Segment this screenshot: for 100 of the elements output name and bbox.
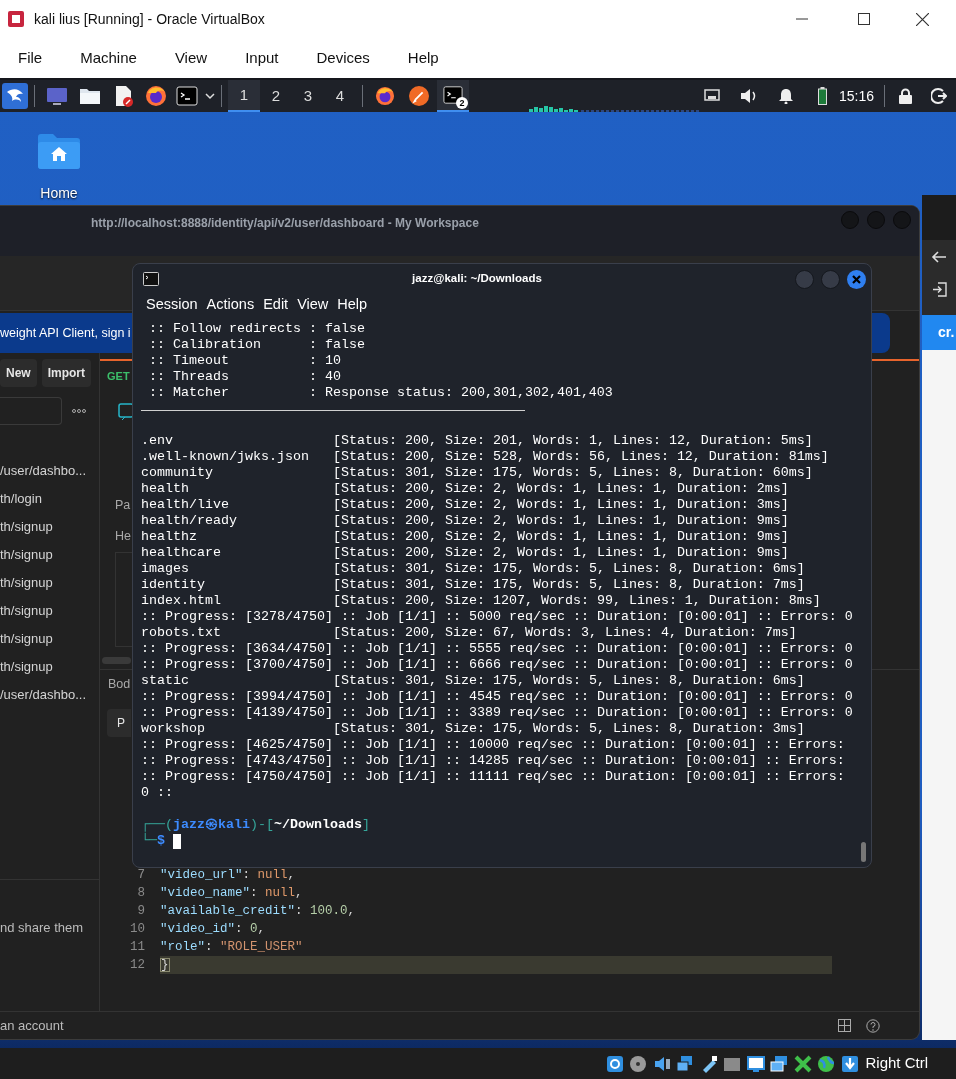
terminal-icon[interactable]: [176, 85, 198, 107]
progress-line: 0 ::: [141, 785, 173, 801]
code-line: "role": "ROLE_USER": [160, 938, 304, 956]
result-path: .well-known/jwks.json: [141, 449, 310, 465]
toolbar-button[interactable]: Import: [41, 359, 92, 387]
scrollbar-thumb[interactable]: [102, 657, 131, 664]
workspace-button[interactable]: 3: [292, 80, 324, 112]
menu-item[interactable]: Help: [407, 46, 439, 70]
result-path: identity: [141, 577, 206, 593]
browser-icon[interactable]: [145, 85, 167, 107]
request-tab[interactable]: GET: [107, 367, 130, 385]
request-item[interactable]: th/signup: [0, 625, 99, 653]
result-status: [Status: 301, Size: 175, Words: 5, Lines: 8, Duration: 6ms]: [332, 561, 805, 577]
config-value: : false: [308, 321, 365, 337]
maximize-icon[interactable]: [858, 13, 870, 25]
request-item[interactable]: th/signup: [0, 653, 99, 681]
request-item[interactable]: /user/dashbo...: [0, 681, 99, 709]
menu-item[interactable]: File: [18, 46, 43, 70]
tab-label[interactable]: Bod: [108, 676, 131, 692]
speaker-icon[interactable]: [740, 88, 758, 104]
workspace-button[interactable]: 4: [324, 80, 356, 112]
layout-icon[interactable]: [838, 1019, 851, 1032]
scrollbar-thumb[interactable]: [861, 842, 866, 862]
search-field[interactable]: [0, 397, 62, 425]
home-folder-icon[interactable]: [38, 133, 80, 169]
config-label: :: Threads: [149, 369, 230, 385]
request-item[interactable]: th/signup: [0, 569, 99, 597]
lock-icon[interactable]: [899, 88, 913, 104]
menu-item[interactable]: Devices: [316, 46, 370, 70]
workspace-button[interactable]: 2: [260, 80, 292, 112]
result-status: [Status: 200, Size: 2, Words: 1, Lines: 1, Duration: 9ms]: [332, 513, 789, 529]
code-line: "available_credit": 100.0,: [160, 902, 357, 920]
result-path: static: [141, 673, 190, 689]
result-status: [Status: 301, Size: 175, Words: 5, Lines: 8, Duration: 3ms]: [332, 721, 805, 737]
back-arrow-icon[interactable]: [931, 250, 947, 264]
result-status: [Status: 200, Size: 2, Words: 1, Lines: 1, Duration: 2ms]: [332, 481, 789, 497]
menu-item[interactable]: View: [174, 46, 208, 70]
tab-label[interactable]: Pa: [115, 497, 131, 513]
line-number: 12: [129, 956, 145, 974]
caret-icon[interactable]: [205, 91, 215, 101]
app-logo-icon: [6, 9, 26, 29]
create-button[interactable]: cr.: [922, 315, 956, 350]
request-item[interactable]: th/signup: [0, 541, 99, 569]
monitor-icon[interactable]: [46, 85, 68, 107]
progress-line: :: Progress: [4625/4750] :: Job [1/1] :: 10000 req/sec :: Duration: [0:00:01] :: Errors:: [141, 737, 845, 753]
result-status: [Status: 200, Size: 1207, Words: 99, Lines: 1, Duration: 8ms]: [332, 593, 821, 609]
config-label: :: Follow redirects: [149, 321, 302, 337]
count-badge: 2: [456, 97, 468, 109]
globe-icon[interactable]: [816, 1053, 837, 1074]
result-path: workshop: [141, 721, 206, 737]
sidebar-note: nd share them: [0, 919, 85, 937]
logout-icon[interactable]: [931, 88, 948, 104]
progress-line: :: Progress: [4139/4750] :: Job [1/1] :: 3389 req/sec :: Duration: [0:00:01] :: Errors: 0: [141, 705, 853, 721]
request-item[interactable]: th/signup: [0, 513, 99, 541]
task-button[interactable]: 2: [437, 80, 469, 112]
request-item[interactable]: th/login: [0, 485, 99, 513]
menu-item[interactable]: Help: [337, 294, 368, 316]
progress-line: :: Progress: [4743/4750] :: Job [1/1] :: 14285 req/sec :: Duration: [0:00:01] :: Errors:: [141, 753, 845, 769]
prompt-symbol: $: [157, 833, 165, 849]
result-status: [Status: 301, Size: 175, Words: 5, Lines: 8, Duration: 60ms]: [332, 465, 813, 481]
result-status: [Status: 200, Size: 2, Words: 1, Lines: 1, Duration: 9ms]: [332, 529, 789, 545]
terminal-icon: [443, 84, 463, 106]
disc-icon[interactable]: [628, 1053, 649, 1074]
workspace-button[interactable]: 1: [228, 80, 260, 112]
result-status: [Status: 200, Size: 528, Words: 56, Lines: 12, Duration: 81ms]: [332, 449, 829, 465]
menu-item[interactable]: Session: [146, 294, 198, 316]
request-item[interactable]: /user/dashbo...: [0, 457, 99, 485]
toolbar-button[interactable]: New: [0, 359, 37, 387]
menu-item[interactable]: Edit: [263, 294, 289, 316]
close-icon[interactable]: [916, 12, 929, 26]
progress-line: :: Progress: [4750/4750] :: Job [1/1] :: 11111 req/sec :: Duration: [0:00:01] :: Errors:: [141, 769, 845, 785]
bell-icon[interactable]: [779, 88, 793, 104]
status-text: an account: [0, 1016, 64, 1035]
browser-icon: [375, 85, 395, 107]
menu-item[interactable]: Input: [245, 46, 279, 70]
view-mode-button[interactable]: P: [107, 709, 131, 737]
result-path: .env: [141, 433, 174, 449]
folder-label[interactable]: Home: [40, 185, 78, 201]
progress-line: :: Progress: [3634/4750] :: Job [1/1] :: 5555 req/sec :: Duration: [0:00:01] :: Errors: 0: [141, 641, 853, 657]
more-icon[interactable]: [72, 409, 86, 413]
line-number: 7: [136, 866, 145, 884]
result-path: community: [141, 465, 214, 481]
login-icon[interactable]: [931, 282, 947, 297]
window-title: kali lius [Running] - Oracle VirtualBox: [34, 9, 265, 29]
help-icon[interactable]: [866, 1018, 880, 1033]
pen-icon: [409, 85, 429, 107]
close-icon[interactable]: [847, 269, 866, 289]
window-title: jazz@kali: ~/Downloads: [412, 271, 542, 287]
menu-item[interactable]: View: [297, 294, 329, 316]
request-item[interactable]: th/signup: [0, 597, 99, 625]
display-icon[interactable]: [746, 1053, 766, 1074]
clock[interactable]: 15:16: [839, 85, 875, 107]
tab-label[interactable]: He: [115, 528, 131, 544]
battery-icon[interactable]: [818, 87, 827, 105]
terminal-icon: [143, 272, 159, 286]
dragon-icon[interactable]: [2, 83, 28, 109]
result-status: [Status: 301, Size: 175, Words: 5, Lines: 8, Duration: 6ms]: [332, 673, 805, 689]
menu-item[interactable]: Actions: [206, 294, 255, 316]
network-icon[interactable]: [704, 89, 720, 103]
menu-item[interactable]: Machine: [80, 46, 137, 70]
